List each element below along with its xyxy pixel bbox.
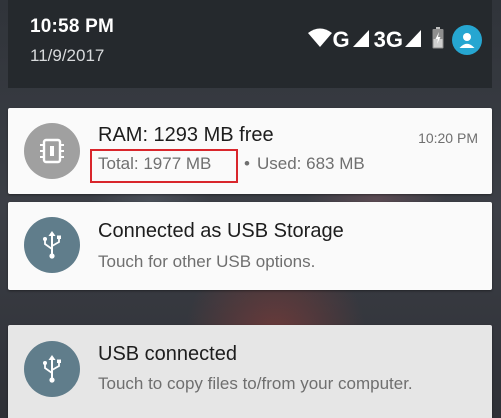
- clock-time: 10:58 PM: [30, 16, 114, 37]
- signal-icon: [352, 28, 370, 53]
- network-type-label: G: [332, 27, 350, 52]
- ram-total-highlight: [90, 149, 238, 183]
- notification-text: Touch for other USB options.: [98, 252, 316, 271]
- battery-icon: [432, 26, 444, 54]
- notification-text: Touch to copy files to/from your compute…: [98, 374, 413, 393]
- account-icon[interactable]: [452, 25, 482, 55]
- notification-title: USB connected: [98, 343, 237, 365]
- notification-ram[interactable]: RAM: 1293 MB free 10:20 PM Total: 1977 M…: [8, 108, 492, 194]
- notification-time: 10:20 PM: [418, 130, 478, 146]
- notification-usb-connected[interactable]: USB connected Touch to copy files to/fro…: [8, 325, 492, 418]
- separator-dot: •: [244, 154, 250, 173]
- notification-title: RAM: 1293 MB free: [98, 124, 274, 146]
- date-label[interactable]: 11/9/2017: [30, 46, 104, 66]
- signal-icon-secondary: [404, 28, 422, 53]
- usb-icon: [24, 217, 80, 273]
- wifi-icon: [307, 28, 333, 53]
- ram-used-text: Used: 683 MB: [257, 154, 365, 173]
- memory-chip-icon: [24, 123, 80, 179]
- notification-title: Connected as USB Storage: [98, 220, 344, 242]
- usb-icon: [24, 341, 80, 397]
- network-type-label-3g: 3G: [373, 27, 403, 52]
- notification-header: 10:58 PM 11/9/2017 G 3G: [8, 0, 492, 88]
- notification-usb-storage[interactable]: Connected as USB Storage Touch for other…: [8, 202, 492, 290]
- status-icons: G 3G: [307, 24, 482, 56]
